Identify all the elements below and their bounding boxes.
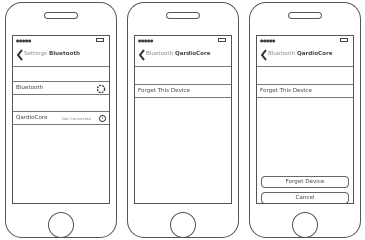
back-chevron-icon[interactable] bbox=[260, 49, 268, 61]
battery-icon bbox=[96, 38, 104, 42]
nav-title: QardioCore bbox=[175, 51, 211, 57]
back-chevron-icon[interactable] bbox=[138, 49, 146, 61]
speaker-grille bbox=[288, 12, 322, 19]
navigation-bar: Bluetooth QardioCore bbox=[135, 44, 231, 67]
nav-title: QardioCore bbox=[297, 51, 333, 57]
loading-spinner-icon bbox=[96, 84, 106, 93]
signal-strength-icon: ●●●●● bbox=[16, 38, 31, 43]
back-button[interactable]: Settings bbox=[24, 51, 47, 57]
home-button[interactable] bbox=[48, 212, 74, 238]
signal-strength-icon: ●●●●● bbox=[260, 38, 275, 43]
forget-device-row[interactable]: Forget This Device bbox=[135, 84, 231, 98]
speaker-grille bbox=[44, 12, 78, 19]
nav-title: Bluetooth bbox=[49, 51, 80, 57]
battery-icon bbox=[340, 38, 348, 42]
row-label: Forget This Device bbox=[260, 87, 312, 94]
phone-screen: ●●●●● Bluetooth QardioCore Forget This D… bbox=[134, 35, 232, 204]
phone-frame-3: ●●●●● Bluetooth QardioCore Forget This D… bbox=[249, 2, 361, 238]
forget-device-button[interactable]: Forget Device bbox=[261, 176, 349, 188]
navigation-bar: Bluetooth QardioCore bbox=[257, 44, 353, 67]
status-bar: ●●●●● bbox=[16, 38, 106, 43]
status-bar: ●●●●● bbox=[260, 38, 350, 43]
device-row-qardiocore[interactable]: QardioCore Not Connected i bbox=[13, 111, 109, 125]
phone-screen: ●●●●● Bluetooth QardioCore Forget This D… bbox=[256, 35, 354, 204]
cancel-button[interactable]: Cancel bbox=[261, 192, 349, 203]
info-icon[interactable]: i bbox=[99, 114, 106, 122]
bluetooth-row[interactable]: Bluetooth bbox=[13, 81, 109, 95]
phone-frame-1: ●●●●● Settings Bluetooth Bluetooth Qardi… bbox=[5, 2, 117, 238]
back-chevron-icon[interactable] bbox=[16, 49, 24, 61]
status-bar: ●●●●● bbox=[138, 38, 228, 43]
signal-strength-icon: ●●●●● bbox=[138, 38, 153, 43]
home-button[interactable] bbox=[170, 212, 196, 238]
speaker-grille bbox=[166, 12, 200, 19]
row-label: Bluetooth bbox=[16, 84, 44, 91]
back-button[interactable]: Bluetooth bbox=[268, 51, 295, 57]
back-button[interactable]: Bluetooth bbox=[146, 51, 173, 57]
row-label: Forget This Device bbox=[138, 87, 190, 94]
forget-device-row[interactable]: Forget This Device bbox=[257, 84, 353, 98]
home-button[interactable] bbox=[292, 212, 318, 238]
connection-status: Not Connected bbox=[62, 116, 92, 121]
battery-icon bbox=[218, 38, 226, 42]
phone-frame-2: ●●●●● Bluetooth QardioCore Forget This D… bbox=[127, 2, 239, 238]
phone-screen: ●●●●● Settings Bluetooth Bluetooth Qardi… bbox=[12, 35, 110, 204]
row-label: QardioCore bbox=[16, 114, 48, 121]
navigation-bar: Settings Bluetooth bbox=[13, 44, 109, 67]
